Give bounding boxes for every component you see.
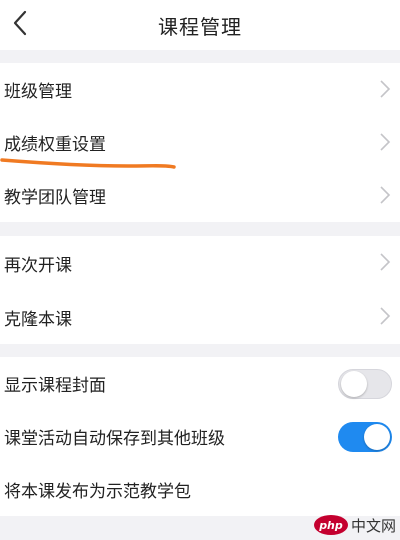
course-options-group: 显示课程封面 课堂活动自动保存到其他班级 将本课发布为示范教学包 bbox=[0, 357, 400, 516]
menu-item-label: 克隆本课 bbox=[4, 309, 72, 330]
menu-item-label: 教学团队管理 bbox=[4, 188, 106, 208]
menu-item-clone-course[interactable]: 克隆本课 bbox=[0, 290, 400, 344]
menu-item-label: 再次开课 bbox=[4, 255, 72, 276]
menu-item-reopen-course[interactable]: 再次开课 bbox=[0, 236, 400, 290]
nav-header: 课程管理 bbox=[0, 0, 400, 50]
watermark: php 中文网 bbox=[313, 514, 396, 536]
menu-item-class-management[interactable]: 班级管理 bbox=[0, 63, 400, 116]
chevron-right-icon bbox=[380, 307, 391, 325]
menu-item-grade-weight[interactable]: 成绩权重设置 bbox=[0, 116, 400, 169]
chevron-right-icon bbox=[380, 80, 391, 98]
chevron-right-icon bbox=[380, 253, 391, 271]
menu-item-label: 成绩权重设置 bbox=[4, 135, 106, 155]
menu-item-label: 将本课发布为示范教学包 bbox=[4, 482, 191, 502]
setting-show-cover: 显示课程封面 bbox=[0, 357, 400, 410]
toggle-knob bbox=[341, 371, 367, 397]
setting-label: 课堂活动自动保存到其他班级 bbox=[4, 429, 225, 449]
setting-label: 显示课程封面 bbox=[4, 376, 106, 396]
chevron-left-icon bbox=[13, 10, 27, 36]
show-cover-toggle[interactable] bbox=[338, 369, 392, 399]
menu-item-teaching-team[interactable]: 教学团队管理 bbox=[0, 169, 400, 222]
page-title: 课程管理 bbox=[158, 14, 242, 39]
watermark-text: 中文网 bbox=[350, 516, 396, 535]
chevron-right-icon bbox=[380, 186, 391, 204]
toggle-knob bbox=[364, 424, 390, 450]
back-button[interactable] bbox=[6, 8, 34, 38]
chevron-right-icon bbox=[380, 133, 391, 151]
course-copy-group: 再次开课 克隆本课 bbox=[0, 236, 400, 344]
php-logo: php bbox=[313, 515, 348, 535]
menu-item-label: 班级管理 bbox=[4, 82, 72, 102]
menu-item-publish-demo-package[interactable]: 将本课发布为示范教学包 bbox=[0, 463, 400, 516]
auto-save-toggle[interactable] bbox=[338, 422, 392, 452]
setting-auto-save-activities: 课堂活动自动保存到其他班级 bbox=[0, 410, 400, 463]
course-settings-group: 班级管理 成绩权重设置 教学团队管理 bbox=[0, 63, 400, 222]
